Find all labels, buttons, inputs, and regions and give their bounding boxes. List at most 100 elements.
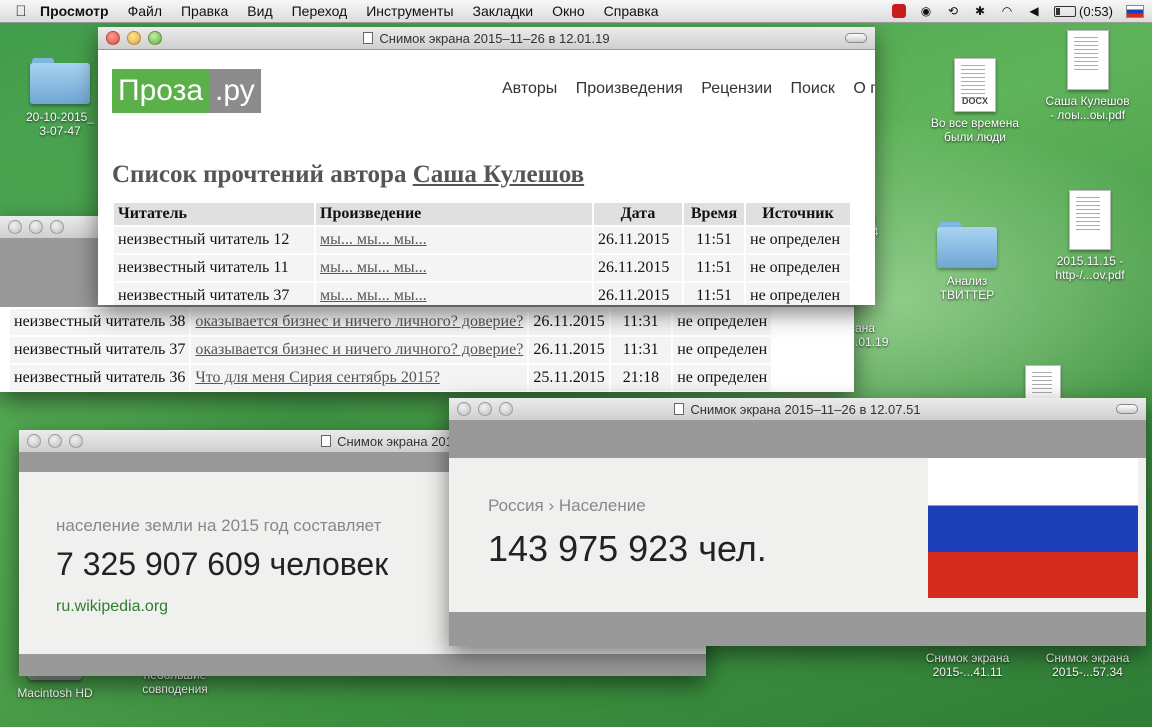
source-link[interactable]: ru.wikipedia.org [56,598,168,616]
time-cell: 11:31 [610,337,672,363]
desktop-pdf-file[interactable]: 2015.11.15 - http-/...ov.pdf [1035,190,1145,282]
nav-works[interactable]: Произведения [576,80,683,97]
menu-file[interactable]: Файл [128,3,162,19]
site-logo[interactable]: Проза .ру [112,69,261,113]
red-app-icon[interactable] [892,4,907,18]
battery-time: (0:53) [1079,3,1113,19]
work-link[interactable]: оказывается бизнес и ничего личного? дов… [191,337,528,363]
window-titlebar[interactable]: Снимок экрана 2015–11–26 в 12.07.51 [449,398,1146,421]
menu-help[interactable]: Справка [604,3,659,19]
col-work: Произведение [316,203,592,225]
input-source-flag-icon[interactable] [1126,4,1144,18]
desktop-icon-label: Снимок экрана 2015-...57.34 [1045,651,1130,679]
work-link[interactable]: мы... мы... мы... [316,227,592,253]
author-link[interactable]: Саша Кулешов [413,161,584,188]
desktop-folder[interactable]: Анализ ТВИТТЕР [922,222,1012,302]
close-button[interactable] [8,220,22,234]
time-cell: 11:51 [684,227,744,253]
battery-status[interactable]: (0:53) [1054,4,1113,19]
pdf-file-icon [1069,190,1111,250]
menu-tools[interactable]: Инструменты [366,3,453,19]
desktop-icon-label: Анализ ТВИТТЕР [939,274,995,302]
desktop-icon-label: 20-10-2015_ 3-07-47 [25,110,95,138]
table-row: неизвестный читатель 12 мы... мы... мы..… [114,227,850,253]
reader-cell: неизвестный читатель 38 [10,309,190,335]
menu-window[interactable]: Окно [552,3,585,19]
time-cell: 11:51 [684,283,744,305]
toolbar-toggle-button[interactable] [845,33,867,43]
work-link[interactable]: мы... мы... мы... [316,255,592,281]
site-nav: Авторы Произведения Рецензии Поиск О пор [502,80,875,98]
eye-icon[interactable]: ◉ [919,4,933,18]
work-link[interactable]: Что для меня Сирия сентябрь 2015? [191,365,528,391]
minimize-button[interactable] [48,434,62,448]
desktop-file[interactable]: ана .01.19 [855,321,900,349]
page-title: Список прочтений автора Саша Кулешов [112,161,585,188]
reader-cell: неизвестный читатель 12 [114,227,314,253]
nav-about[interactable]: О пор [853,80,875,97]
desktop-icon-label: Во все времена были люди [930,116,1020,144]
desktop-docx-file[interactable]: DOCX Во все времена были люди [915,58,1035,144]
wifi-icon[interactable]: ◠ [1000,4,1014,18]
desktop-icon-label: Снимок экрана 2015-...41.11 [925,651,1010,679]
docx-file-icon: DOCX [954,58,996,112]
toolbar-toggle-button[interactable] [1116,404,1138,414]
menu-view[interactable]: Вид [247,3,272,19]
zoom-button[interactable] [499,402,513,416]
col-time: Время [684,203,744,225]
bluetooth-icon[interactable]: ✱ [973,4,987,18]
breadcrumb: Россия › Население [488,496,646,515]
col-reader: Читатель [114,203,314,225]
time-machine-icon[interactable]: ⟲ [946,4,960,18]
close-button[interactable] [27,434,41,448]
close-button[interactable] [106,31,120,45]
volume-icon[interactable]: ◀ [1027,4,1041,18]
pdf-file-icon [1066,30,1109,90]
work-link[interactable]: оказывается бизнес и ничего личного? дов… [191,309,528,335]
nav-reviews[interactable]: Рецензии [701,80,772,97]
date-cell: 26.11.2015 [594,227,682,253]
date-cell: 26.11.2015 [529,309,609,335]
date-cell: 25.11.2015 [529,365,609,391]
col-date: Дата [594,203,682,225]
window-titlebar[interactable]: Снимок экрана 2015–11–26 в 12.01.19 [98,27,875,50]
folder-icon [937,222,997,268]
desktop-screenshot-file[interactable]: Снимок экрана 2015-...57.34 [1030,651,1145,679]
desktop-icon-label: 2015.11.15 - http-/...ov.pdf [1055,254,1125,282]
minimize-button[interactable] [478,402,492,416]
time-cell: 21:18 [610,365,672,391]
menu-go[interactable]: Переход [292,3,348,19]
minimize-button[interactable] [29,220,43,234]
russia-population-window[interactable]: Снимок экрана 2015–11–26 в 12.07.51 Росс… [449,398,1146,646]
proza-preview-window[interactable]: Снимок экрана 2015–11–26 в 12.01.19 Проз… [98,27,875,305]
zoom-button[interactable] [69,434,83,448]
work-link[interactable]: мы... мы... мы... [316,283,592,305]
desktop-pdf-file[interactable]: Саша Кулешов - лоы...оы.pdf [1030,30,1145,122]
window-title: Снимок экрана 2015–11–26 в 12.01.19 [98,31,875,46]
table-row: неизвестный читатель 37 мы... мы... мы..… [114,283,850,305]
date-cell: 26.11.2015 [594,283,682,305]
nav-search[interactable]: Поиск [791,80,835,97]
source-cell: не определен [746,227,850,253]
minimize-button[interactable] [127,31,141,45]
apple-menu-icon[interactable]:  [12,3,30,20]
reader-cell: неизвестный читатель 11 [114,255,314,281]
result-value: 143 975 923 чел. [488,528,767,569]
menu-edit[interactable]: Правка [181,3,228,19]
readings-table: Читатель Произведение Дата Время Источни… [112,201,852,305]
reader-cell: неизвестный читатель 37 [10,337,190,363]
zoom-button[interactable] [50,220,64,234]
nav-authors[interactable]: Авторы [502,80,557,97]
close-button[interactable] [457,402,471,416]
desktop-screenshot-file[interactable]: Снимок экрана 2015-...41.11 [910,651,1025,679]
desktop-icon-label: Саша Кулешов - лоы...оы.pdf [1045,94,1130,122]
zoom-button[interactable] [148,31,162,45]
menu-bar:  Просмотр Файл Правка Вид Переход Инстр… [0,0,1152,23]
table-row: неизвестный читатель 11 мы... мы... мы..… [114,255,850,281]
desktop-icon-label: Macintosh HD [17,686,93,700]
menu-bookmarks[interactable]: Закладки [473,3,534,19]
desktop-folder[interactable]: 20-10-2015_ 3-07-47 [10,58,110,138]
folder-icon [30,58,90,104]
menu-app-name[interactable]: Просмотр [40,3,109,19]
table-row: неизвестный читатель 36 Что для меня Сир… [10,365,772,391]
